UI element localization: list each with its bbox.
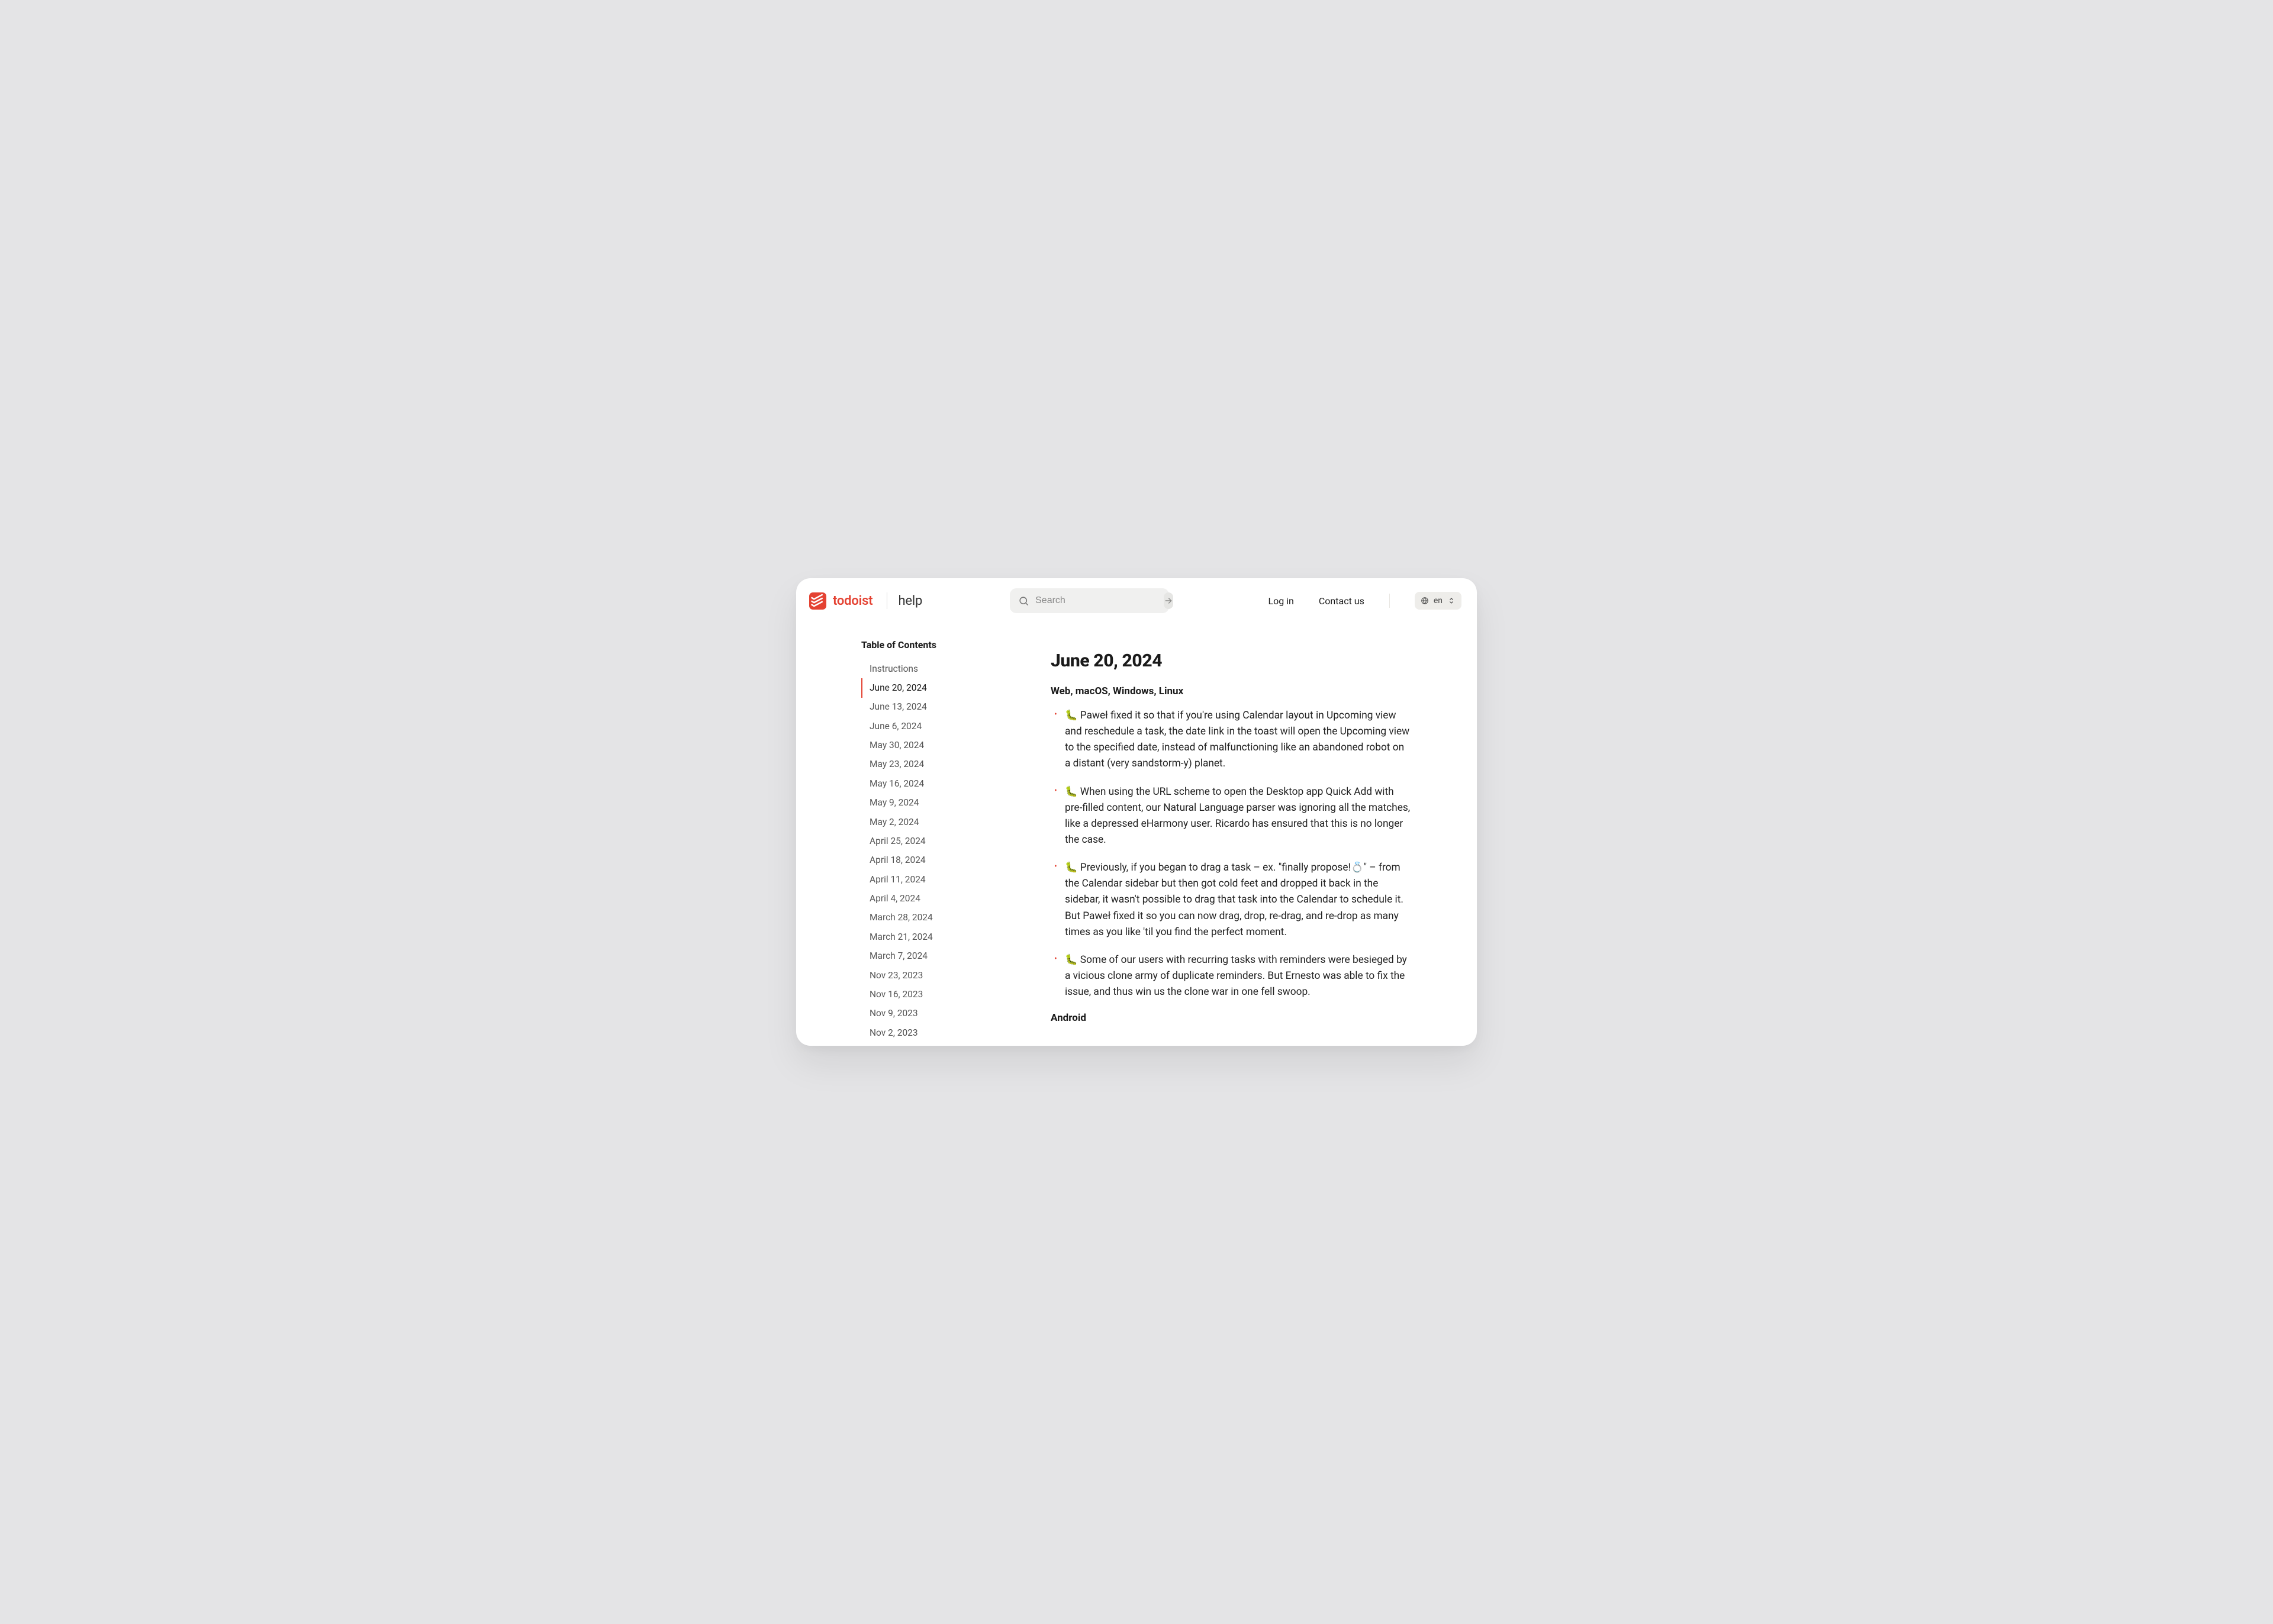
toc-item[interactable]: May 30, 2024 <box>861 736 1015 755</box>
search-input[interactable] <box>1035 595 1158 606</box>
toc-item[interactable]: March 28, 2024 <box>861 908 1015 927</box>
toc-item[interactable]: Nov 16, 2023 <box>861 985 1015 1004</box>
toc-item[interactable]: Nov 23, 2023 <box>861 966 1015 985</box>
article-title: June 20, 2024 <box>1051 650 1412 671</box>
body: Table of Contents InstructionsJune 20, 2… <box>796 624 1477 1046</box>
chevrons-up-down-icon <box>1447 597 1456 605</box>
toc-item[interactable]: April 25, 2024 <box>861 832 1015 850</box>
toc-item[interactable]: May 16, 2024 <box>861 774 1015 793</box>
toc-list: InstructionsJune 20, 2024June 13, 2024Ju… <box>861 659 1015 1043</box>
changelog-list: 🐛 Paweł fixed it so that if you're using… <box>1051 708 1412 1000</box>
sidebar: Table of Contents InstructionsJune 20, 2… <box>796 624 1027 1046</box>
changelog-item: 🐛 When using the URL scheme to open the … <box>1065 784 1412 849</box>
toc-item[interactable]: May 2, 2024 <box>861 813 1015 832</box>
toc-item[interactable]: April 11, 2024 <box>861 870 1015 889</box>
top-divider <box>1389 594 1390 608</box>
changelog-item: 🐛 Previously, if you began to drag a tas… <box>1065 860 1412 940</box>
toc-item[interactable]: June 20, 2024 <box>861 678 1015 697</box>
toc-title: Table of Contents <box>861 639 1015 650</box>
search-icon <box>1018 595 1029 607</box>
language-picker[interactable]: en <box>1415 592 1461 610</box>
toc-item[interactable]: April 18, 2024 <box>861 851 1015 870</box>
todoist-logo-icon <box>809 592 826 610</box>
brand-name: todoist <box>833 594 873 608</box>
changelog-item: 🐛 Paweł fixed it so that if you're using… <box>1065 708 1412 772</box>
toc-item[interactable]: March 21, 2024 <box>861 927 1015 946</box>
toc-item[interactable]: Instructions <box>861 659 1015 678</box>
globe-icon <box>1421 597 1429 605</box>
app-window: todoist help Log in Contact us en <box>796 578 1477 1046</box>
toc-item[interactable]: May 23, 2024 <box>861 755 1015 774</box>
toc-item[interactable]: Nov 2, 2023 <box>861 1023 1015 1042</box>
brand-link[interactable]: todoist <box>809 592 873 610</box>
platform-heading: Web, macOS, Windows, Linux <box>1051 685 1412 697</box>
arrow-right-icon <box>1164 596 1173 605</box>
search-box[interactable] <box>1010 588 1169 613</box>
topbar: todoist help Log in Contact us en <box>796 578 1477 624</box>
toc-item[interactable]: May 9, 2024 <box>861 794 1015 813</box>
toc-item[interactable]: June 6, 2024 <box>861 717 1015 736</box>
toc-item[interactable]: March 7, 2024 <box>861 947 1015 966</box>
toc-item[interactable]: April 4, 2024 <box>861 890 1015 908</box>
login-link[interactable]: Log in <box>1268 595 1293 607</box>
contact-link[interactable]: Contact us <box>1319 595 1364 607</box>
help-label[interactable]: help <box>898 594 922 608</box>
language-label: en <box>1434 596 1443 605</box>
toc-item[interactable]: Nov 9, 2023 <box>861 1004 1015 1023</box>
article-content: June 20, 2024 Web, macOS, Windows, Linux… <box>1027 624 1477 1046</box>
platform-heading: Android <box>1051 1012 1412 1024</box>
search-submit-button[interactable] <box>1164 592 1173 609</box>
changelog-item: 🐛 Some of our users with recurring tasks… <box>1065 952 1412 1000</box>
toc-item[interactable]: June 13, 2024 <box>861 698 1015 717</box>
